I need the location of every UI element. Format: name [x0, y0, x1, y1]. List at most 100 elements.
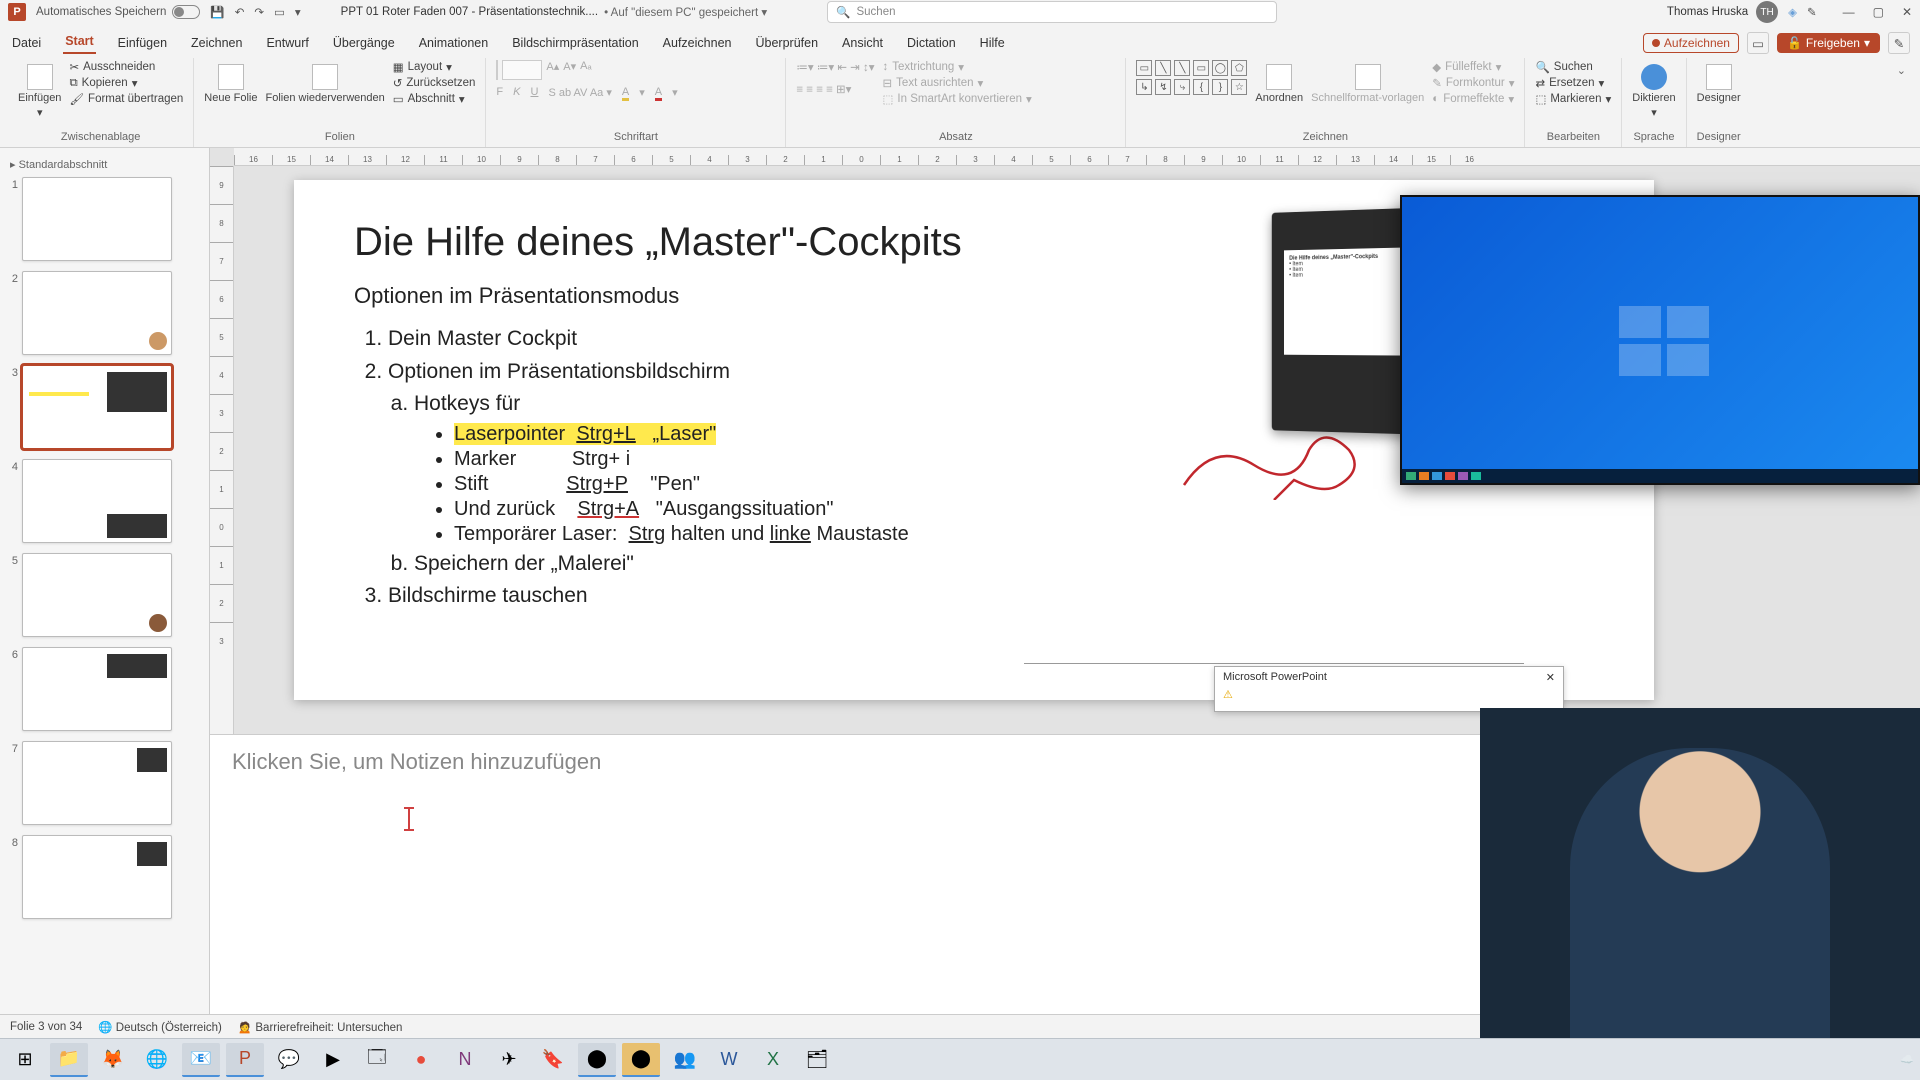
tab-bildschirmpraesentation[interactable]: Bildschirmpräsentation	[510, 32, 640, 54]
text-cursor-icon	[408, 807, 410, 831]
list-item[interactable]: Temporärer Laser: Strg halten und linke …	[454, 523, 1594, 546]
minimize-icon[interactable]: ―	[1843, 5, 1855, 19]
search-input[interactable]: 🔍 Suchen	[827, 1, 1277, 23]
tab-aufzeichnen[interactable]: Aufzeichnen	[661, 32, 734, 54]
list-item[interactable]: Bildschirme tauschen	[388, 580, 1594, 613]
replace-button[interactable]: ⇄ Ersetzen ▾	[1535, 76, 1611, 90]
fill-button: ◆ Fülleffekt ▾	[1432, 60, 1514, 74]
paste-button[interactable]: Einfügen▾	[18, 60, 61, 119]
slideshow-icon[interactable]: ▭	[274, 5, 285, 19]
share-button[interactable]: 🔓 Freigeben ▾	[1777, 33, 1880, 53]
pen-icon[interactable]: ✎	[1807, 5, 1817, 19]
word-icon[interactable]: W	[710, 1043, 748, 1077]
save-icon[interactable]: 💾	[210, 5, 224, 19]
redo-icon[interactable]: ↷	[254, 5, 264, 19]
record-button[interactable]: Aufzeichnen	[1643, 33, 1739, 53]
comments-button[interactable]: ✎	[1888, 32, 1910, 54]
vlc-icon[interactable]: ▶	[314, 1043, 352, 1077]
group-label: Sprache	[1632, 131, 1675, 145]
select-button[interactable]: ⬚ Markieren ▾	[1535, 92, 1611, 106]
close-icon[interactable]: ✕	[1902, 5, 1912, 19]
tab-zeichnen[interactable]: Zeichnen	[189, 32, 244, 54]
tab-hilfe[interactable]: Hilfe	[978, 32, 1007, 54]
slide-thumb-7[interactable]	[22, 741, 172, 825]
reset-button[interactable]: ↺ Zurücksetzen	[393, 76, 476, 90]
chrome-icon[interactable]: 🌐	[138, 1043, 176, 1077]
slide-thumb-6[interactable]	[22, 647, 172, 731]
arrange-button[interactable]: Anordnen	[1255, 60, 1303, 104]
slide-thumb-1[interactable]	[22, 177, 172, 261]
group-designer: Designer Designer	[1687, 58, 1751, 147]
tab-start[interactable]: Start	[63, 30, 95, 54]
undo-icon[interactable]: ↶	[235, 5, 245, 19]
powerpoint-icon: P	[8, 3, 26, 21]
layout-button[interactable]: ▦ Layout ▾	[393, 60, 476, 74]
group-draw: ▭╲╲▭◯⬠ ↳↯⤷{}☆ Anordnen Schnellformat-vor…	[1126, 58, 1525, 147]
copy-button[interactable]: ⧉ Kopieren ▾	[69, 76, 183, 90]
recording-icon[interactable]: ⬤	[622, 1043, 660, 1077]
tab-dictation[interactable]: Dictation	[905, 32, 958, 54]
section-button[interactable]: ▭ Abschnitt ▾	[393, 92, 476, 106]
powerpoint-taskbar-icon[interactable]: P	[226, 1043, 264, 1077]
start-button[interactable]: ⊞	[6, 1043, 44, 1077]
obs-icon[interactable]: ⬤	[578, 1043, 616, 1077]
app-icon[interactable]: 🗂	[798, 1043, 836, 1077]
cut-button[interactable]: ✂ Ausschneiden	[69, 60, 183, 74]
firefox-icon[interactable]: 🦊	[94, 1043, 132, 1077]
notes-placeholder: Klicken Sie, um Notizen hinzuzufügen	[232, 749, 601, 774]
onenote-icon[interactable]: N	[446, 1043, 484, 1077]
tab-animationen[interactable]: Animationen	[417, 32, 491, 54]
slide-thumb-2[interactable]	[22, 271, 172, 355]
toggle-icon[interactable]	[172, 5, 200, 19]
save-status[interactable]: • Auf "diesem PC" gespeichert ▾	[604, 5, 767, 19]
system-tray[interactable]: ☁️	[1900, 1053, 1914, 1066]
format-painter-button[interactable]: 🖌 Format übertragen	[69, 92, 183, 106]
user-account[interactable]: Thomas Hruska TH	[1667, 1, 1778, 23]
outlook-icon[interactable]: 📧	[182, 1043, 220, 1077]
tab-einfuegen[interactable]: Einfügen	[116, 32, 169, 54]
teams-icon[interactable]: 👥	[666, 1043, 704, 1077]
tab-ueberpruefen[interactable]: Überprüfen	[753, 32, 820, 54]
skype-icon[interactable]: 💬	[270, 1043, 308, 1077]
list-item[interactable]: Speichern der „Malerei"	[414, 548, 1594, 581]
reuse-slides-button[interactable]: Folien wiederverwenden	[266, 60, 385, 104]
present-button[interactable]: ▭	[1747, 32, 1769, 54]
shape-gallery[interactable]: ▭╲╲▭◯⬠ ↳↯⤷{}☆	[1136, 60, 1247, 95]
collapse-ribbon-icon[interactable]: ⌄	[1891, 58, 1912, 147]
group-edit: 🔍 Suchen ⇄ Ersetzen ▾ ⬚ Markieren ▾ Bear…	[1525, 58, 1622, 147]
tab-entwurf[interactable]: Entwurf	[264, 32, 310, 54]
slide-thumb-4[interactable]	[22, 459, 172, 543]
app-icon[interactable]: 🔖	[534, 1043, 572, 1077]
list-item[interactable]: Und zurück Strg+A "Ausgangssituation"	[454, 498, 1594, 521]
app-icon[interactable]: 🗔	[358, 1043, 396, 1077]
dropdown-icon[interactable]: ▾	[295, 5, 301, 19]
window-controls: ― ▢ ✕	[1843, 5, 1912, 19]
tab-datei[interactable]: Datei	[10, 32, 43, 54]
find-button[interactable]: 🔍 Suchen	[1535, 60, 1611, 74]
slide-thumb-5[interactable]	[22, 553, 172, 637]
close-icon[interactable]: ✕	[1546, 671, 1555, 684]
app-icon[interactable]: ●	[402, 1043, 440, 1077]
explorer-icon[interactable]: 📁	[50, 1043, 88, 1077]
slide-counter[interactable]: Folie 3 von 34	[10, 1021, 82, 1033]
autosave-toggle[interactable]: Automatisches Speichern	[36, 5, 200, 19]
group-slides: Neue Folie Folien wiederverwenden ▦ Layo…	[194, 58, 486, 147]
tab-uebergaenge[interactable]: Übergänge	[331, 32, 397, 54]
language-status[interactable]: 🌐 Deutsch (Österreich)	[98, 1020, 222, 1034]
windows-logo-icon	[1619, 306, 1709, 376]
section-header[interactable]: Standardabschnitt	[4, 156, 205, 177]
accessibility-status[interactable]: 🙍 Barrierefreiheit: Untersuchen	[238, 1020, 403, 1034]
telegram-icon[interactable]: ✈	[490, 1043, 528, 1077]
diamond-icon[interactable]: ◈	[1788, 5, 1797, 19]
tab-ansicht[interactable]: Ansicht	[840, 32, 885, 54]
slide-thumb-3[interactable]	[22, 365, 172, 449]
slide-thumbnail-panel[interactable]: Standardabschnitt 1 2 3 4 5 6 7 8	[0, 148, 210, 1014]
dictate-button[interactable]: Diktieren▾	[1632, 60, 1675, 119]
designer-button[interactable]: Designer	[1697, 60, 1741, 104]
slide-thumb-8[interactable]	[22, 835, 172, 919]
new-slide-button[interactable]: Neue Folie	[204, 60, 257, 104]
maximize-icon[interactable]: ▢	[1873, 5, 1884, 19]
excel-icon[interactable]: X	[754, 1043, 792, 1077]
menu-bar: Datei Start Einfügen Zeichnen Entwurf Üb…	[0, 24, 1920, 54]
group-label: Absatz	[796, 131, 1115, 145]
